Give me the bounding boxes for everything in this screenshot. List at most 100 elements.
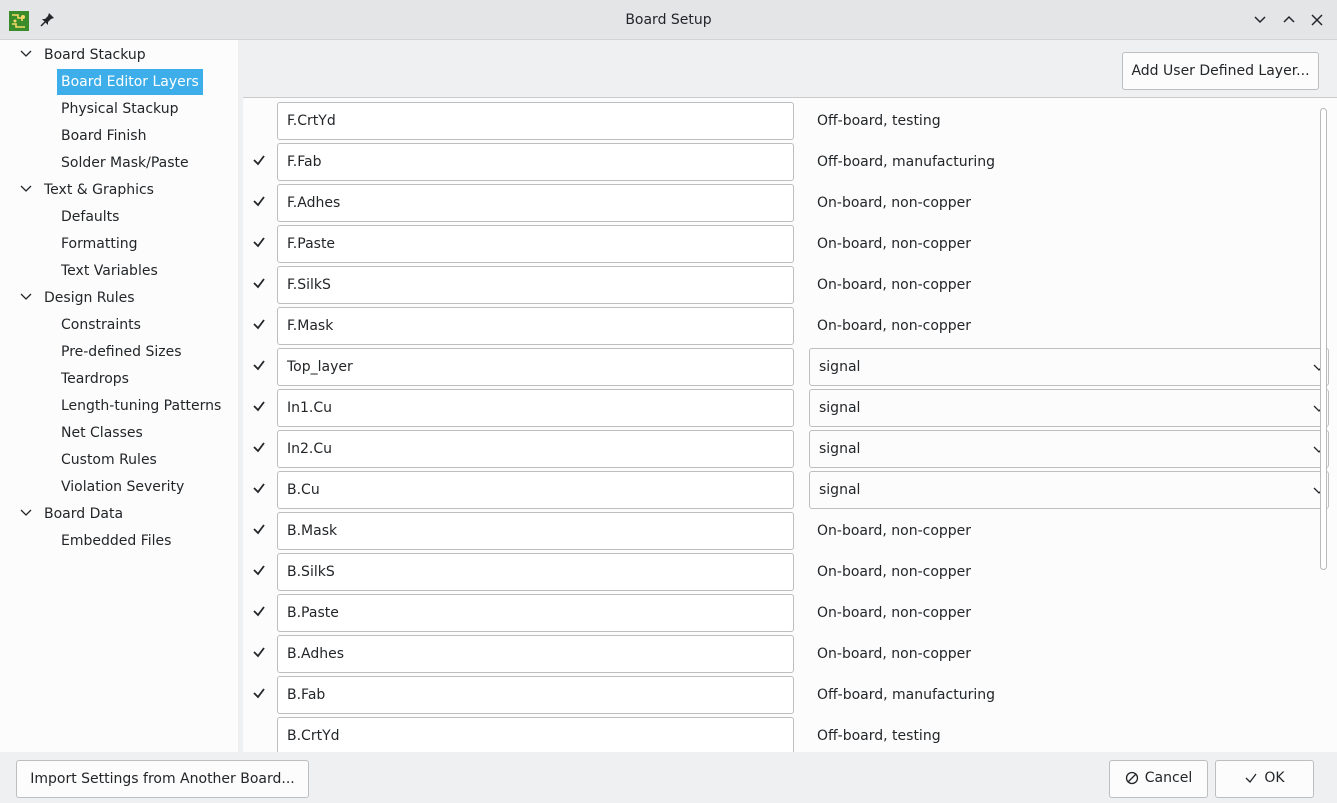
layer-type-select[interactable]: signal (809, 471, 1329, 509)
layer-type-value: signal (819, 441, 861, 457)
tree-item-violation-severity[interactable]: Violation Severity (61, 474, 184, 500)
layer-enabled-checkbox[interactable] (250, 192, 268, 210)
layer-enabled-checkbox[interactable] (250, 684, 268, 702)
maximize-button[interactable] (1281, 12, 1297, 28)
layer-enabled-checkbox[interactable] (250, 561, 268, 579)
ok-button[interactable]: OK (1215, 760, 1314, 798)
tree-item-solder-mask-paste[interactable]: Solder Mask/Paste (61, 150, 189, 176)
layer-enabled-checkbox[interactable] (250, 274, 268, 292)
layer-list[interactable]: F.CrtYd Off-board, testing F.Fab Off-board,… (243, 98, 1337, 752)
layer-name-field[interactable]: F.SilkS (277, 266, 794, 304)
layer-enabled-checkbox[interactable] (250, 438, 268, 456)
tree-item-physical-stackup[interactable]: Physical Stackup (61, 96, 179, 122)
layer-name-field[interactable]: F.CrtYd (277, 102, 794, 140)
tree-item-net-classes[interactable]: Net Classes (61, 420, 143, 446)
checkmark-icon (253, 401, 265, 412)
layer-row: F.Mask On-board, non-copper (243, 303, 1337, 345)
layer-row: F.CrtYd Off-board, testing (243, 98, 1337, 140)
tree-item-design-rules[interactable]: Design Rules (44, 285, 135, 311)
layer-row: F.Adhes On-board, non-copper (243, 180, 1337, 222)
layer-type-value: signal (819, 400, 861, 416)
layer-row: B.Cu signal (243, 467, 1337, 509)
layer-enabled-checkbox[interactable] (250, 151, 268, 169)
tree-item-custom-rules[interactable]: Custom Rules (61, 447, 157, 473)
layer-type-label: Off-board, manufacturing (817, 154, 995, 170)
chevron-down-icon[interactable] (19, 290, 33, 304)
ok-label: OK (1264, 769, 1285, 786)
layer-enabled-checkbox[interactable] (250, 356, 268, 374)
tree-item-board-finish[interactable]: Board Finish (61, 123, 146, 149)
layer-type-label: Off-board, testing (817, 113, 941, 129)
layer-enabled-checkbox[interactable] (250, 397, 268, 415)
layer-row: F.Fab Off-board, manufacturing (243, 139, 1337, 181)
layer-type-select[interactable]: signal (809, 430, 1329, 468)
layer-name-field[interactable]: B.Adhes (277, 635, 794, 673)
layer-type-value: signal (819, 359, 861, 375)
checkmark-icon (253, 606, 265, 617)
layer-row: F.SilkS On-board, non-copper (243, 262, 1337, 304)
layer-name-field[interactable]: B.Fab (277, 676, 794, 714)
layer-name-field[interactable]: B.CrtYd (277, 717, 794, 752)
tree-item-defaults[interactable]: Defaults (61, 204, 119, 230)
title-bar: Board Setup (0, 0, 1337, 40)
import-settings-button[interactable]: Import Settings from Another Board... (16, 760, 309, 798)
layer-type-select[interactable]: signal (809, 348, 1329, 386)
scrollbar[interactable] (1320, 108, 1327, 570)
tree-item-board-editor-layers[interactable]: Board Editor Layers (57, 69, 203, 95)
tree-item-text-graphics[interactable]: Text & Graphics (44, 177, 154, 203)
layer-name-field[interactable]: In1.Cu (277, 389, 794, 427)
layer-enabled-checkbox[interactable] (250, 602, 268, 620)
tree-item-length-tuning-patterns[interactable]: Length-tuning Patterns (61, 393, 221, 419)
layer-name-field[interactable]: B.Mask (277, 512, 794, 550)
layer-row: B.Mask On-board, non-copper (243, 508, 1337, 550)
close-icon (1311, 14, 1323, 26)
layer-type-label: On-board, non-copper (817, 236, 972, 252)
tree-item-teardrops[interactable]: Teardrops (61, 366, 129, 392)
layer-name-field[interactable]: F.Fab (277, 143, 794, 181)
layer-name-field[interactable]: F.Paste (277, 225, 794, 263)
tree-item-board-data[interactable]: Board Data (44, 501, 123, 527)
layer-row: B.CrtYd Off-board, testing (243, 713, 1337, 752)
layer-row: Top_layer signal (243, 344, 1337, 386)
layer-type-value: signal (819, 482, 861, 498)
tree-item-constraints[interactable]: Constraints (61, 312, 141, 338)
checkmark-icon (253, 647, 265, 658)
layer-name-field[interactable]: B.Paste (277, 594, 794, 632)
add-user-defined-layer-button[interactable]: Add User Defined Layer... (1122, 52, 1319, 90)
chevron-down-icon[interactable] (19, 182, 33, 196)
checkmark-icon (253, 442, 265, 453)
layer-name-field[interactable]: B.Cu (277, 471, 794, 509)
tree-item-board-stackup[interactable]: Board Stackup (44, 42, 146, 68)
layer-row: B.Paste On-board, non-copper (243, 590, 1337, 632)
tree-item-text-variables[interactable]: Text Variables (61, 258, 158, 284)
layer-enabled-checkbox[interactable] (250, 233, 268, 251)
minimize-button[interactable] (1252, 12, 1268, 28)
layer-name-field[interactable]: F.Mask (277, 307, 794, 345)
tree-item-embedded-files[interactable]: Embedded Files (61, 528, 171, 554)
layer-name-field[interactable]: F.Adhes (277, 184, 794, 222)
checkmark-icon (253, 237, 265, 248)
layer-type-label: Off-board, manufacturing (817, 687, 995, 703)
layer-enabled-checkbox[interactable] (250, 643, 268, 661)
layer-enabled-checkbox[interactable] (250, 479, 268, 497)
layer-enabled-checkbox[interactable] (250, 520, 268, 538)
tree-item-predefined-sizes[interactable]: Pre-defined Sizes (61, 339, 181, 365)
dialog-footer: Import Settings from Another Board... Ca… (0, 752, 1337, 803)
layer-name-field[interactable]: B.SilkS (277, 553, 794, 591)
chevron-down-icon[interactable] (19, 47, 33, 61)
checkmark-icon (253, 688, 265, 699)
layer-name-field[interactable]: Top_layer (277, 348, 794, 386)
layer-type-select[interactable]: signal (809, 389, 1329, 427)
cancel-button[interactable]: Cancel (1109, 760, 1208, 798)
layer-row: B.Fab Off-board, manufacturing (243, 672, 1337, 714)
tree-item-formatting[interactable]: Formatting (61, 231, 137, 257)
chevron-down-icon[interactable] (19, 506, 33, 520)
layer-row: In1.Cu signal (243, 385, 1337, 427)
layer-name-field[interactable]: In2.Cu (277, 430, 794, 468)
close-button[interactable] (1309, 12, 1325, 28)
layer-type-label: On-board, non-copper (817, 277, 972, 293)
layer-enabled-checkbox[interactable] (250, 315, 268, 333)
layer-type-label: On-board, non-copper (817, 523, 972, 539)
checkmark-icon (1245, 773, 1257, 783)
layer-type-label: Off-board, testing (817, 728, 941, 744)
